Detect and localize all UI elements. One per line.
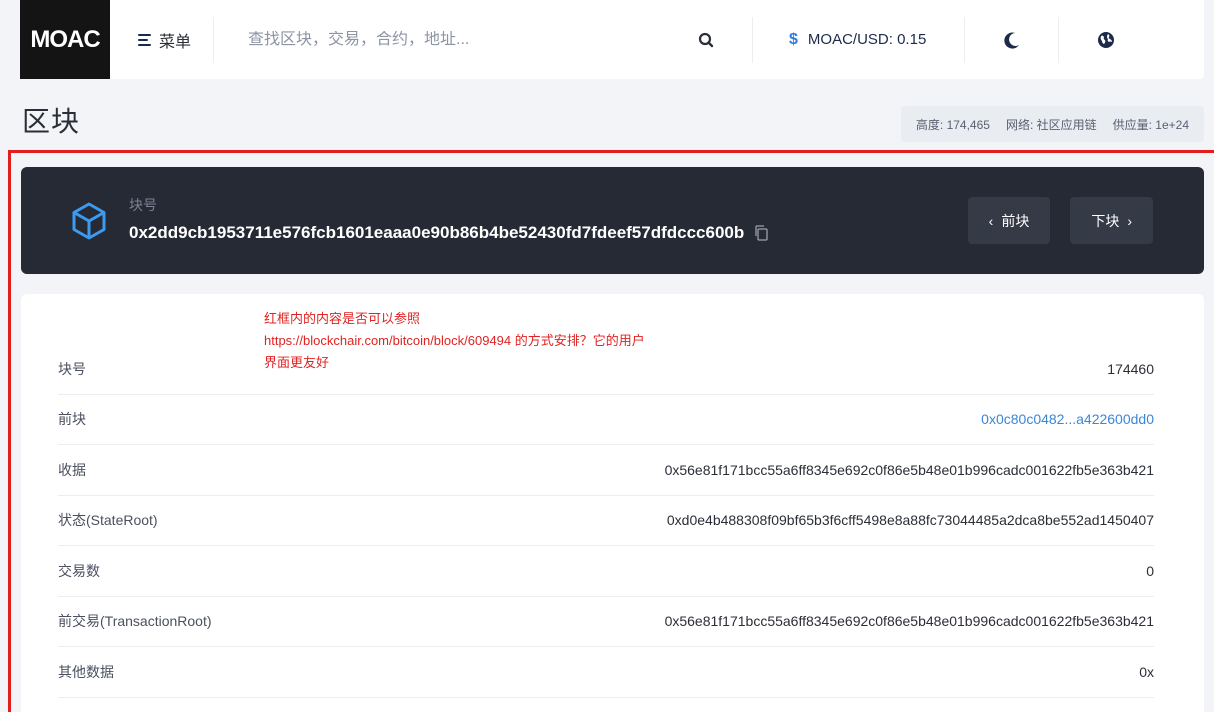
detail-row-transaction-root: 前交易(TransactionRoot) 0x56e81f171bcc55a6f… bbox=[58, 597, 1154, 647]
detail-value: 0x56e81f171bcc55a6ff8345e692c0f86e5b48e0… bbox=[664, 613, 1154, 630]
theme-toggle-button[interactable] bbox=[965, 16, 1060, 63]
top-navbar: MOAC 菜单 $ MOAC/USD: 0.15 bbox=[20, 0, 1204, 79]
detail-label: 收据 bbox=[58, 461, 86, 478]
moon-icon bbox=[1004, 32, 1019, 49]
cube-icon bbox=[72, 202, 106, 240]
detail-row-receipts: 收据 0x56e81f171bcc55a6ff8345e692c0f86e5b4… bbox=[58, 445, 1154, 496]
block-banner: 块号 0x2dd9cb1953711e576fcb1601eaaa0e90b86… bbox=[21, 167, 1204, 274]
globe-icon bbox=[1098, 31, 1115, 48]
page-title: 区块 bbox=[22, 105, 81, 138]
annotation-line-1: 红框内的内容是否可以参照 bbox=[264, 311, 421, 326]
details-list: 块号 174460 前块 0x0c80c0482...a422600dd0 收据… bbox=[58, 344, 1154, 698]
previous-block-button[interactable]: ‹ 前块 bbox=[967, 197, 1051, 244]
detail-label: 前块 bbox=[58, 411, 86, 428]
detail-label: 状态(StateRoot) bbox=[58, 512, 158, 529]
price-label: MOAC/USD: 0.15 bbox=[807, 31, 927, 48]
stat-network: 网络: 社区应用链 bbox=[1005, 117, 1097, 132]
block-hash: 0x2dd9cb1953711e576fcb1601eaaa0e90b86b4b… bbox=[129, 223, 745, 242]
detail-label: 交易数 bbox=[58, 562, 100, 579]
detail-row-block-number: 块号 174460 bbox=[58, 344, 1154, 395]
detail-label: 其他数据 bbox=[58, 663, 114, 680]
copy-icon[interactable] bbox=[754, 225, 768, 241]
detail-value: 174460 bbox=[1107, 360, 1154, 377]
detail-value: 0x bbox=[1139, 663, 1154, 680]
detail-row-transaction-count: 交易数 0 bbox=[58, 546, 1154, 597]
detail-value: 0x56e81f171bcc55a6ff8345e692c0f86e5b48e0… bbox=[664, 461, 1154, 478]
detail-label: 前交易(TransactionRoot) bbox=[58, 613, 212, 630]
language-button[interactable] bbox=[1059, 17, 1153, 63]
chevron-left-icon: ‹ bbox=[988, 212, 994, 229]
dollar-icon: $ bbox=[789, 30, 798, 48]
moac-logo[interactable]: MOAC bbox=[20, 0, 110, 79]
detail-row-extra-data: 其他数据 0x bbox=[58, 647, 1154, 698]
block-navigation: ‹ 前块 下块 › bbox=[967, 197, 1153, 244]
menu-icon bbox=[138, 33, 151, 46]
price-ticker: $ MOAC/USD: 0.15 bbox=[752, 16, 966, 63]
stat-supply: 供应量: 1e+24 bbox=[1112, 117, 1189, 132]
search-button[interactable] bbox=[684, 32, 728, 48]
detail-value: 0 bbox=[1146, 562, 1154, 579]
block-id: 块号 0x2dd9cb1953711e576fcb1601eaaa0e90b86… bbox=[129, 195, 768, 243]
stat-height: 高度: 174,465 bbox=[915, 117, 990, 132]
next-block-label: 下块 bbox=[1091, 212, 1120, 229]
menu-button[interactable]: 菜单 bbox=[110, 16, 215, 63]
previous-block-link[interactable]: 0x0c80c0482...a422600dd0 bbox=[981, 411, 1154, 427]
previous-block-label: 前块 bbox=[1001, 212, 1030, 229]
chevron-right-icon: › bbox=[1127, 212, 1132, 229]
detail-label: 块号 bbox=[58, 360, 86, 377]
search-icon bbox=[698, 32, 714, 47]
detail-row-state-root: 状态(StateRoot) 0xd0e4b488308f09bf65b3f6cf… bbox=[58, 496, 1154, 546]
menu-label: 菜单 bbox=[159, 33, 192, 51]
detail-value: 0xd0e4b488308f09bf65b3f6cff5498e8a88fc73… bbox=[666, 512, 1154, 529]
network-stats: 高度: 174,465 网络: 社区应用链 供应量: 1e+24 bbox=[900, 106, 1204, 142]
next-block-button[interactable]: 下块 › bbox=[1070, 197, 1153, 244]
block-details-card: 红框内的内容是否可以参照 https://blockchair.com/bitc… bbox=[21, 294, 1204, 712]
detail-row-previous-block: 前块 0x0c80c0482...a422600dd0 bbox=[58, 395, 1154, 445]
block-label: 块号 bbox=[129, 197, 157, 213]
search-input[interactable] bbox=[214, 30, 685, 49]
